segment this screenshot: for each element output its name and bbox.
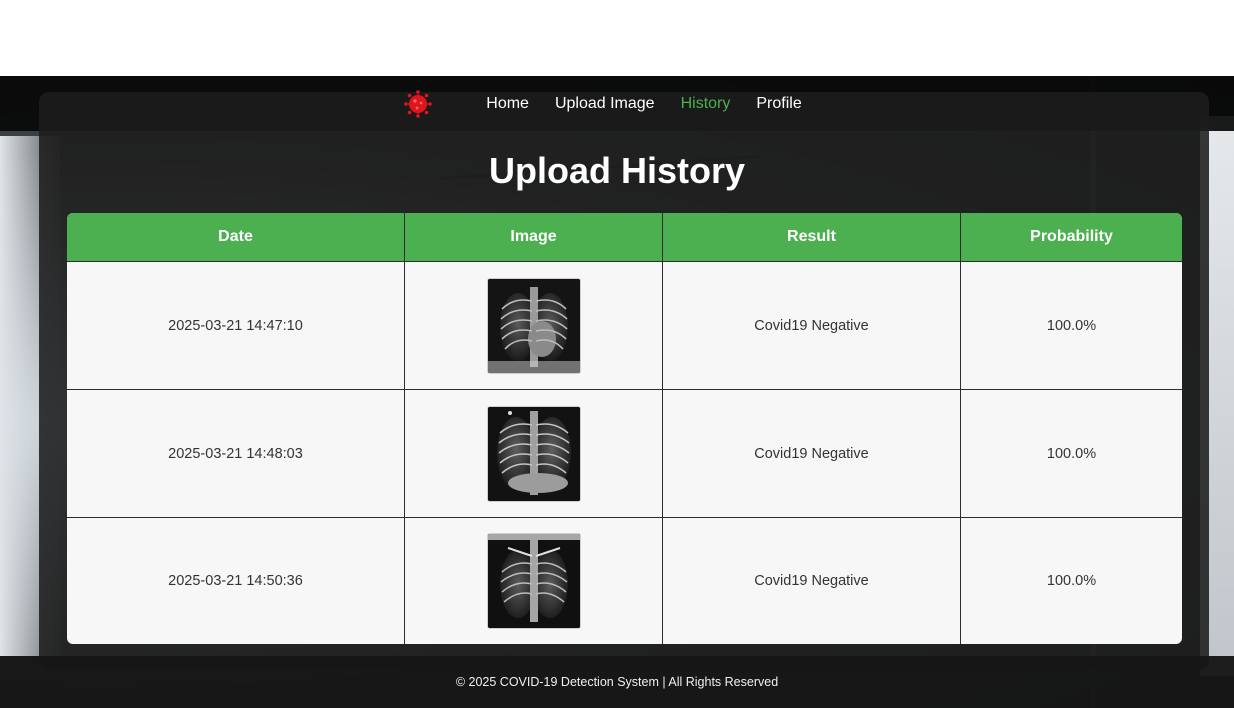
column-header-result: Result (663, 213, 961, 262)
table-row: 2025-03-21 14:48:03 Covid19 Negative 100… (67, 390, 1182, 518)
cell-result: Covid19 Negative (663, 390, 961, 518)
chest-xray-thumbnail[interactable] (486, 405, 581, 502)
cell-result: Covid19 Negative (663, 518, 961, 644)
column-header-image: Image (405, 213, 663, 262)
cell-date: 2025-03-21 14:48:03 (67, 390, 405, 518)
nav-history[interactable]: History (681, 95, 731, 113)
nav-upload-image[interactable]: Upload Image (555, 95, 655, 113)
main-nav: Home Upload Image History Profile (0, 88, 1234, 120)
copyright-text: © 2025 COVID-19 Detection System | All R… (455, 675, 779, 689)
chest-xray-thumbnail[interactable] (486, 533, 581, 629)
history-table: Date Image Result Probability 2025-03-21… (67, 213, 1182, 644)
column-header-probability: Probability (961, 213, 1182, 262)
nav-profile[interactable]: Profile (756, 95, 801, 113)
table-row: 2025-03-21 14:50:36 Covid19 Negative 100… (67, 518, 1182, 644)
column-header-date: Date (67, 213, 405, 262)
cell-image (405, 518, 663, 644)
table-header-row: Date Image Result Probability (67, 213, 1182, 262)
footer: © 2025 COVID-19 Detection System | All R… (0, 656, 1234, 708)
nav-home[interactable]: Home (486, 95, 529, 113)
chest-xray-thumbnail[interactable] (486, 277, 581, 374)
table-row: 2025-03-21 14:47:10 Covid19 Negative 100… (67, 262, 1182, 390)
page-title: Upload History (488, 150, 746, 191)
virus-icon[interactable] (403, 89, 433, 119)
cell-result: Covid19 Negative (663, 262, 961, 390)
cell-image (405, 390, 663, 518)
cell-date: 2025-03-21 14:47:10 (67, 262, 405, 390)
cell-image (405, 262, 663, 390)
cell-probability: 100.0% (961, 390, 1182, 518)
cell-probability: 100.0% (1046, 573, 1097, 589)
cell-probability: 100.0% (961, 262, 1182, 390)
cell-date: 2025-03-21 14:50:36 (67, 518, 405, 644)
